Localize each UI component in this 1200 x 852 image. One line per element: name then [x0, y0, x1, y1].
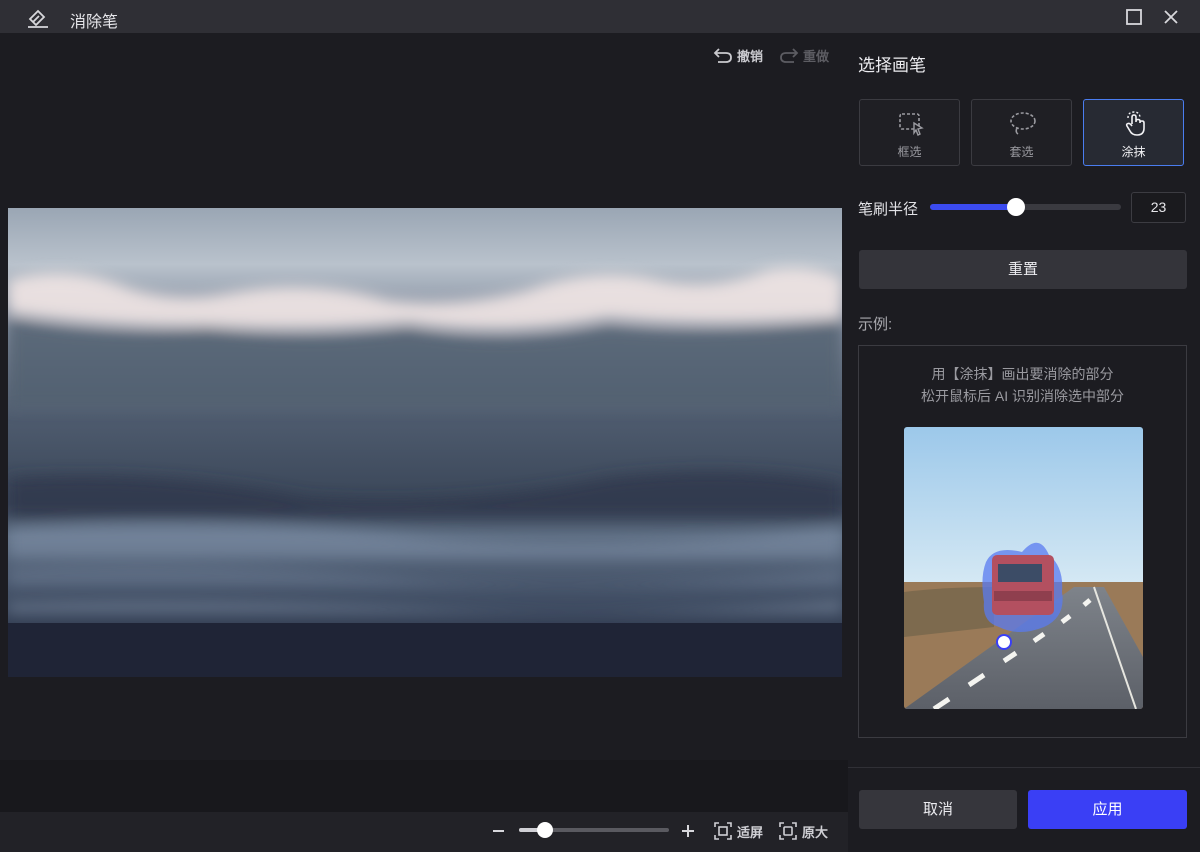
hand-smear-icon [1125, 111, 1145, 136]
zoom-bar: 适屏 原大 [0, 812, 848, 852]
brush-radius-slider[interactable] [930, 204, 1121, 210]
example-label: 示例: [858, 316, 893, 333]
canvas-area: 撤销 重做 [0, 33, 848, 760]
road-van-image [904, 427, 1143, 709]
reset-button[interactable]: 重置 [859, 250, 1187, 289]
redo-button[interactable]: 重做 [779, 44, 829, 66]
redo-label: 重做 [803, 48, 830, 64]
panel-divider [848, 767, 1200, 768]
brush-panel: 选择画笔 框选 套选 涂抹 笔刷半径 23 重置 示例: 用【涂抹】画出要消除的… [848, 33, 1200, 852]
brush-lasso-label: 套选 [1009, 145, 1034, 159]
title-bar: 消除笔 [0, 0, 1200, 33]
rect-select-icon [899, 113, 924, 136]
seascape-image [8, 208, 842, 677]
zoom-out-button[interactable] [490, 820, 508, 842]
lasso-icon [1010, 112, 1036, 135]
brush-radius-label: 笔刷半径 [858, 201, 919, 218]
fit-screen-icon [714, 822, 732, 840]
window-title: 消除笔 [70, 14, 119, 31]
brush-radius-thumb[interactable] [1007, 198, 1025, 216]
original-size-icon [779, 822, 797, 840]
brush-smear-button[interactable]: 涂抹 [1083, 99, 1184, 166]
brush-lasso-button[interactable]: 套选 [971, 99, 1072, 166]
zoom-slider-thumb[interactable] [537, 822, 553, 838]
original-size-button[interactable]: 原大 [778, 821, 828, 841]
undo-button[interactable]: 撤销 [713, 44, 763, 66]
edit-photo[interactable] [8, 208, 842, 677]
fit-screen-label: 适屏 [737, 824, 764, 840]
cancel-button[interactable]: 取消 [859, 790, 1017, 829]
undo-label: 撤销 [737, 48, 764, 64]
panel-title: 选择画笔 [858, 56, 926, 75]
brush-smear-label: 涂抹 [1121, 145, 1146, 159]
brush-rect-select-button[interactable]: 框选 [859, 99, 960, 166]
brush-radius-fill [930, 204, 1016, 210]
brush-radius-input[interactable]: 23 [1131, 192, 1186, 223]
example-image [904, 427, 1143, 709]
example-box: 用【涂抹】画出要消除的部分 松开鼠标后 AI 识别消除选中部分 [858, 345, 1187, 738]
maximize-icon[interactable] [1124, 7, 1144, 27]
zoom-in-button[interactable] [679, 820, 697, 842]
example-instruction-2: 松开鼠标后 AI 识别消除选中部分 [920, 388, 1124, 404]
eraser-icon [28, 9, 48, 28]
canvas-footer-strip [0, 760, 848, 812]
apply-button[interactable]: 应用 [1028, 790, 1187, 829]
redo-icon [780, 48, 799, 63]
undo-icon [713, 48, 732, 63]
close-icon[interactable] [1161, 7, 1181, 27]
example-instruction-1: 用【涂抹】画出要消除的部分 [931, 366, 1114, 382]
original-size-label: 原大 [802, 824, 829, 840]
fit-screen-button[interactable]: 适屏 [713, 821, 763, 841]
brush-rect-select-label: 框选 [897, 145, 922, 159]
